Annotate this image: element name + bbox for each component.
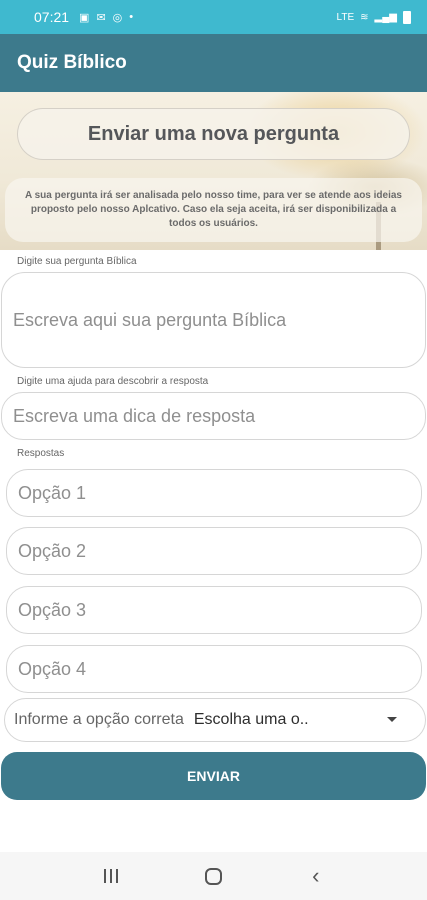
option-1-placeholder: Opção 1 [18, 482, 87, 503]
info-text: A sua pergunta irá ser analisada pelo no… [5, 178, 422, 242]
hint-placeholder: Escreva uma dica de resposta [13, 405, 256, 426]
back-button[interactable]: ‹ [296, 856, 336, 896]
system-nav-bar: ‹ [0, 852, 427, 900]
option-3-input[interactable]: Opção 3 [6, 586, 422, 634]
mail-icon: ✉ [96, 11, 106, 24]
hint-input[interactable]: Escreva uma dica de resposta [1, 392, 426, 440]
back-icon: ‹ [312, 863, 320, 888]
correct-option-value: Escolha uma o.. [193, 711, 309, 728]
gallery-icon: ▣ [79, 11, 90, 24]
question-label: Digite sua pergunta Bíblica [17, 256, 137, 267]
hint-label: Digite uma ajuda para descobrir a respos… [17, 376, 209, 387]
home-button[interactable] [193, 856, 233, 896]
option-4-placeholder: Opção 4 [18, 658, 87, 679]
status-bar: 07:21 ▣ ✉ ◎ • LTE ≋ ▂▄▆ [0, 0, 427, 34]
recents-icon [104, 869, 119, 883]
signal-icon: ▂▄▆ [374, 11, 397, 23]
wifi-icon: ≋ [360, 11, 369, 23]
status-right: LTE ≋ ▂▄▆ [336, 10, 411, 24]
submit-button[interactable]: ENVIAR [1, 752, 426, 800]
dropdown-arrow-icon [387, 717, 397, 722]
status-time: 07:21 [34, 9, 70, 25]
home-icon [204, 867, 222, 885]
question-input[interactable]: Escreva aqui sua pergunta Bíblica [1, 272, 426, 368]
page-title: Enviar uma nova pergunta [17, 108, 410, 160]
question-placeholder: Escreva aqui sua pergunta Bíblica [13, 309, 287, 330]
sync-icon: ◎ [112, 11, 123, 24]
correct-option-select[interactable]: Informe a opção correta Escolha uma o.. [4, 698, 426, 742]
option-4-input[interactable]: Opção 4 [6, 645, 422, 693]
option-1-input[interactable]: Opção 1 [6, 469, 422, 517]
app-title: Quiz Bíblico [17, 52, 127, 73]
answers-label: Respostas [17, 448, 65, 459]
recents-button[interactable] [91, 856, 131, 896]
option-2-placeholder: Opção 2 [18, 540, 87, 561]
app-bar: Quiz Bíblico [0, 34, 427, 92]
option-3-placeholder: Opção 3 [18, 599, 87, 620]
dot-icon: • [129, 11, 134, 23]
battery-icon [403, 10, 411, 24]
network-type: LTE [336, 11, 355, 23]
option-2-input[interactable]: Opção 2 [6, 527, 422, 575]
correct-option-label: Informe a opção correta [14, 711, 184, 728]
